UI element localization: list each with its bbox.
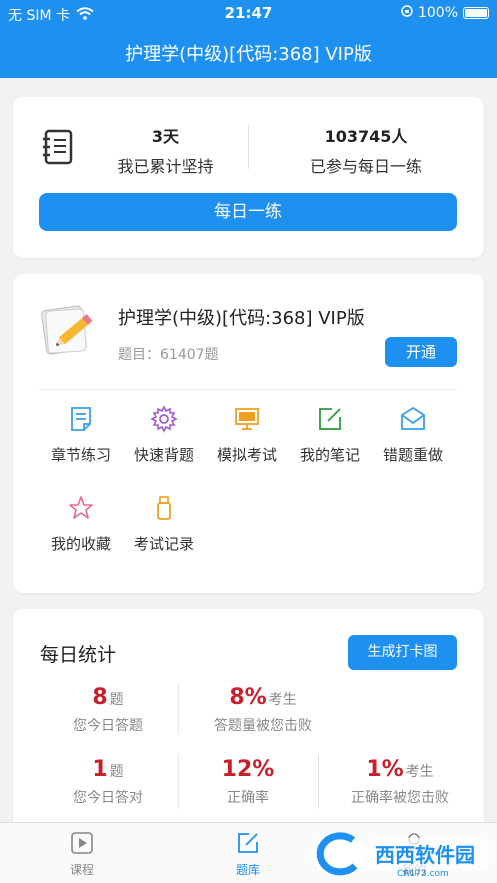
stat-value: 1 bbox=[92, 757, 108, 782]
daily-practice-button[interactable]: 每日一练 bbox=[39, 193, 457, 231]
status-bar: 无 SIM 卡 21:47 100% bbox=[0, 0, 497, 26]
monitor-icon bbox=[235, 408, 259, 430]
stat-label: 正确率 bbox=[227, 790, 269, 806]
stat-label: 答题量被您击败 bbox=[214, 718, 312, 734]
tab-label: 课程 bbox=[69, 863, 94, 877]
play-icon bbox=[71, 832, 93, 854]
battery-icon bbox=[463, 7, 489, 19]
stat-unit: 考生 bbox=[268, 692, 297, 708]
stat-accuracy: 12% 正确率 bbox=[183, 757, 313, 807]
divider bbox=[178, 684, 179, 734]
stat-unit: 考生 bbox=[405, 764, 434, 780]
menu-label: 快速背题 bbox=[133, 446, 194, 464]
watermark-brand: 西西软件园 bbox=[375, 843, 475, 867]
stat-accuracy-beat: 1% 考生 正确率被您击败 bbox=[325, 757, 475, 807]
edit-icon bbox=[238, 833, 258, 853]
stat-unit: 题 bbox=[109, 692, 124, 708]
stat-label: 您今日答题 bbox=[73, 718, 143, 734]
stat-unit: 题 bbox=[109, 764, 124, 780]
menu-exam-records[interactable]: 考试记录 bbox=[122, 494, 206, 554]
battery-percent: 100% bbox=[417, 5, 458, 21]
question-count: 题目：61407题 bbox=[118, 347, 219, 363]
days-label: 我已累计坚持 bbox=[117, 157, 214, 176]
notebook-icon bbox=[41, 129, 75, 165]
divider bbox=[178, 754, 179, 809]
menu-label: 章节练习 bbox=[50, 446, 111, 464]
stat-answered: 8题 您今日答题 bbox=[53, 685, 163, 735]
page-title: 护理学(中级)[代码:368] VIP版 bbox=[125, 44, 372, 65]
app-header: 无 SIM 卡 21:47 100% 护理学(中级)[代码:368] VIP版 bbox=[0, 0, 497, 78]
watermark-logo: 西西软件园 CR173.com bbox=[305, 828, 495, 880]
stat-beat: 8% 考生 答题量被您击败 bbox=[183, 685, 343, 735]
gear-icon bbox=[150, 405, 178, 433]
section-title: 每日统计 bbox=[40, 644, 117, 666]
menu-label: 我的收藏 bbox=[50, 535, 111, 553]
divider bbox=[318, 754, 319, 809]
menu-chapter-practice[interactable]: 章节练习 bbox=[39, 405, 123, 465]
stat-label: 您今日答对 bbox=[73, 790, 143, 806]
stat-value: 12% bbox=[221, 757, 275, 782]
edit-icon bbox=[319, 408, 341, 430]
stat-value: 1% bbox=[366, 757, 404, 782]
menu-redo-wrong[interactable]: 错题重做 bbox=[371, 405, 455, 465]
tab-course[interactable]: 课程 bbox=[42, 831, 122, 878]
tab-question-bank[interactable]: 题库 bbox=[208, 831, 288, 878]
mail-icon bbox=[401, 406, 425, 430]
menu-mock-exam[interactable]: 模拟考试 bbox=[205, 405, 289, 465]
open-button[interactable]: 开通 bbox=[385, 337, 457, 367]
menu-my-favorites[interactable]: 我的收藏 bbox=[39, 494, 123, 554]
course-card: 护理学(中级)[代码:368] VIP版 题目：61407题 开通 章节练习 快… bbox=[13, 274, 484, 593]
stat-correct: 1题 您今日答对 bbox=[53, 757, 163, 807]
stat-value: 8% bbox=[229, 685, 267, 710]
days-stat: 3天 我已累计坚持 bbox=[83, 123, 248, 177]
generate-checkin-button[interactable]: 生成打卡图 bbox=[348, 635, 457, 670]
menu-quick-review[interactable]: 快速背题 bbox=[122, 405, 206, 465]
menu-my-notes[interactable]: 我的笔记 bbox=[288, 405, 372, 465]
divider bbox=[39, 389, 457, 390]
stat-label: 正确率被您击败 bbox=[351, 790, 449, 806]
usb-drive-icon bbox=[157, 496, 171, 520]
menu-label: 错题重做 bbox=[382, 446, 443, 464]
summary-card: 3天 我已累计坚持 103745人 已参与每日一练 每日一练 bbox=[13, 97, 484, 258]
rotation-lock-icon bbox=[401, 5, 413, 21]
watermark-url: CR173.com bbox=[397, 869, 449, 879]
document-icon bbox=[71, 407, 91, 431]
course-name: 护理学(中级)[代码:368] VIP版 bbox=[118, 308, 365, 329]
days-value: 3天 bbox=[151, 127, 180, 146]
star-icon bbox=[69, 496, 93, 519]
tab-label: 题库 bbox=[235, 863, 260, 877]
participants-value: 103745人 bbox=[324, 127, 408, 146]
pencil-paper-icon bbox=[38, 300, 100, 358]
menu-label: 模拟考试 bbox=[216, 446, 277, 464]
participants-stat: 103745人 已参与每日一练 bbox=[248, 123, 484, 177]
menu-label: 我的笔记 bbox=[299, 446, 360, 464]
daily-stats-card: 每日统计 生成打卡图 8题 您今日答题 8% 考生 答题量被您击败 1题 您今日答… bbox=[13, 609, 484, 839]
menu-label: 考试记录 bbox=[133, 535, 194, 553]
participants-label: 已参与每日一练 bbox=[309, 157, 422, 176]
stat-value: 8 bbox=[92, 685, 108, 710]
